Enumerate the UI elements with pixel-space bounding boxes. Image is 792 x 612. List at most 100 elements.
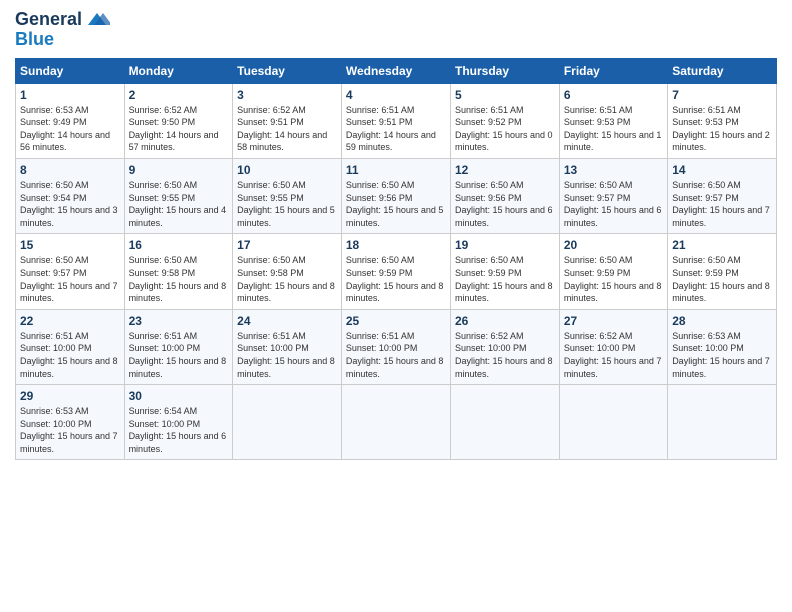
- day-info: Sunrise: 6:53 AMSunset: 10:00 PMDaylight…: [20, 405, 120, 455]
- day-number: 14: [672, 163, 772, 177]
- day-info: Sunrise: 6:51 AMSunset: 9:53 PMDaylight:…: [564, 104, 663, 154]
- calendar-cell: 1Sunrise: 6:53 AMSunset: 9:49 PMDaylight…: [16, 83, 125, 158]
- day-info: Sunrise: 6:51 AMSunset: 9:53 PMDaylight:…: [672, 104, 772, 154]
- day-number: 24: [237, 314, 337, 328]
- day-info: Sunrise: 6:50 AMSunset: 9:56 PMDaylight:…: [455, 179, 555, 229]
- day-number: 7: [672, 88, 772, 102]
- day-number: 4: [346, 88, 446, 102]
- day-info: Sunrise: 6:50 AMSunset: 9:58 PMDaylight:…: [129, 254, 229, 304]
- calendar-cell: 18 Sunrise: 6:50 AMSunset: 9:59 PMDayligh…: [341, 234, 450, 309]
- calendar-table: SundayMondayTuesdayWednesdayThursdayFrid…: [15, 58, 777, 461]
- day-info: Sunrise: 6:52 AMSunset: 10:00 PMDaylight…: [455, 330, 555, 380]
- day-number: 18: [346, 238, 446, 252]
- day-number: 16: [129, 238, 229, 252]
- day-info: Sunrise: 6:51 AMSunset: 10:00 PMDaylight…: [346, 330, 446, 380]
- calendar-cell: 12Sunrise: 6:50 AMSunset: 9:56 PMDayligh…: [450, 158, 559, 233]
- day-info: Sunrise: 6:53 AMSunset: 10:00 PMDaylight…: [672, 330, 772, 380]
- day-info: Sunrise: 6:51 AMSunset: 10:00 PMDaylight…: [20, 330, 120, 380]
- calendar-cell: 13 Sunrise: 6:50 AMSunset: 9:57 PMDayligh…: [559, 158, 667, 233]
- calendar-cell: [341, 385, 450, 460]
- calendar-cell: [559, 385, 667, 460]
- weekday-header: Tuesday: [233, 58, 342, 83]
- weekday-header: Thursday: [450, 58, 559, 83]
- logo-blue: Blue: [15, 30, 54, 50]
- day-number: 9: [129, 163, 229, 177]
- day-number: 22: [20, 314, 120, 328]
- calendar-cell: 28 Sunrise: 6:53 AMSunset: 10:00 PMDaylig…: [668, 309, 777, 384]
- day-info: Sunrise: 6:50 AMSunset: 9:55 PMDaylight:…: [129, 179, 229, 229]
- calendar-cell: [668, 385, 777, 460]
- day-info: Sunrise: 6:50 AMSunset: 9:57 PMDaylight:…: [564, 179, 663, 229]
- day-number: 10: [237, 163, 337, 177]
- day-info: Sunrise: 6:51 AMSunset: 10:00 PMDaylight…: [237, 330, 337, 380]
- weekday-header: Sunday: [16, 58, 125, 83]
- day-info: Sunrise: 6:52 AMSunset: 10:00 PMDaylight…: [564, 330, 663, 380]
- day-info: Sunrise: 6:51 AMSunset: 10:00 PMDaylight…: [129, 330, 229, 380]
- day-number: 15: [20, 238, 120, 252]
- day-number: 23: [129, 314, 229, 328]
- calendar-cell: 3Sunrise: 6:52 AMSunset: 9:51 PMDaylight…: [233, 83, 342, 158]
- calendar-week-row: 22 Sunrise: 6:51 AMSunset: 10:00 PMDaylig…: [16, 309, 777, 384]
- calendar-cell: 30 Sunrise: 6:54 AMSunset: 10:00 PMDaylig…: [124, 385, 233, 460]
- day-info: Sunrise: 6:53 AMSunset: 9:49 PMDaylight:…: [20, 104, 120, 154]
- day-number: 8: [20, 163, 120, 177]
- day-info: Sunrise: 6:54 AMSunset: 10:00 PMDaylight…: [129, 405, 229, 455]
- day-info: Sunrise: 6:50 AMSunset: 9:57 PMDaylight:…: [20, 254, 120, 304]
- page: General Blue SundayMondayTuesdayWednesda…: [0, 0, 792, 612]
- calendar-cell: [450, 385, 559, 460]
- calendar-cell: [233, 385, 342, 460]
- header: General Blue: [15, 10, 777, 50]
- calendar-cell: 11 Sunrise: 6:50 AMSunset: 9:56 PMDayligh…: [341, 158, 450, 233]
- day-number: 29: [20, 389, 120, 403]
- calendar-cell: 4 Sunrise: 6:51 AMSunset: 9:51 PMDaylight…: [341, 83, 450, 158]
- weekday-header: Wednesday: [341, 58, 450, 83]
- calendar-week-row: 29 Sunrise: 6:53 AMSunset: 10:00 PMDaylig…: [16, 385, 777, 460]
- logo: General Blue: [15, 10, 110, 50]
- calendar-cell: 25 Sunrise: 6:51 AMSunset: 10:00 PMDaylig…: [341, 309, 450, 384]
- calendar-cell: 7 Sunrise: 6:51 AMSunset: 9:53 PMDaylight…: [668, 83, 777, 158]
- calendar-cell: 22 Sunrise: 6:51 AMSunset: 10:00 PMDaylig…: [16, 309, 125, 384]
- day-info: Sunrise: 6:50 AMSunset: 9:54 PMDaylight:…: [20, 179, 120, 229]
- day-number: 5: [455, 88, 555, 102]
- day-info: Sunrise: 6:50 AMSunset: 9:59 PMDaylight:…: [564, 254, 663, 304]
- weekday-header: Friday: [559, 58, 667, 83]
- calendar-cell: 14 Sunrise: 6:50 AMSunset: 9:57 PMDayligh…: [668, 158, 777, 233]
- day-info: Sunrise: 6:50 AMSunset: 9:59 PMDaylight:…: [455, 254, 555, 304]
- calendar-week-row: 1Sunrise: 6:53 AMSunset: 9:49 PMDaylight…: [16, 83, 777, 158]
- day-number: 3: [237, 88, 337, 102]
- calendar-week-row: 15 Sunrise: 6:50 AMSunset: 9:57 PMDayligh…: [16, 234, 777, 309]
- day-number: 30: [129, 389, 229, 403]
- day-number: 17: [237, 238, 337, 252]
- day-info: Sunrise: 6:50 AMSunset: 9:57 PMDaylight:…: [672, 179, 772, 229]
- calendar-cell: 17 Sunrise: 6:50 AMSunset: 9:58 PMDayligh…: [233, 234, 342, 309]
- day-number: 28: [672, 314, 772, 328]
- day-info: Sunrise: 6:50 AMSunset: 9:55 PMDaylight:…: [237, 179, 337, 229]
- calendar-cell: 29 Sunrise: 6:53 AMSunset: 10:00 PMDaylig…: [16, 385, 125, 460]
- calendar-cell: 6 Sunrise: 6:51 AMSunset: 9:53 PMDaylight…: [559, 83, 667, 158]
- day-number: 21: [672, 238, 772, 252]
- calendar-cell: 5Sunrise: 6:51 AMSunset: 9:52 PMDaylight…: [450, 83, 559, 158]
- calendar-week-row: 8 Sunrise: 6:50 AMSunset: 9:54 PMDaylight…: [16, 158, 777, 233]
- day-number: 2: [129, 88, 229, 102]
- calendar-cell: 16 Sunrise: 6:50 AMSunset: 9:58 PMDayligh…: [124, 234, 233, 309]
- calendar-cell: 23 Sunrise: 6:51 AMSunset: 10:00 PMDaylig…: [124, 309, 233, 384]
- day-number: 6: [564, 88, 663, 102]
- calendar-cell: 27Sunrise: 6:52 AMSunset: 10:00 PMDaylig…: [559, 309, 667, 384]
- calendar-cell: 15 Sunrise: 6:50 AMSunset: 9:57 PMDayligh…: [16, 234, 125, 309]
- day-number: 20: [564, 238, 663, 252]
- day-info: Sunrise: 6:52 AMSunset: 9:50 PMDaylight:…: [129, 104, 229, 154]
- calendar-cell: 2 Sunrise: 6:52 AMSunset: 9:50 PMDaylight…: [124, 83, 233, 158]
- day-number: 25: [346, 314, 446, 328]
- logo-general: General: [15, 10, 82, 30]
- day-number: 13: [564, 163, 663, 177]
- day-number: 11: [346, 163, 446, 177]
- calendar-cell: 21Sunrise: 6:50 AMSunset: 9:59 PMDayligh…: [668, 234, 777, 309]
- day-info: Sunrise: 6:50 AMSunset: 9:58 PMDaylight:…: [237, 254, 337, 304]
- day-number: 19: [455, 238, 555, 252]
- calendar-cell: 9 Sunrise: 6:50 AMSunset: 9:55 PMDaylight…: [124, 158, 233, 233]
- day-info: Sunrise: 6:50 AMSunset: 9:59 PMDaylight:…: [346, 254, 446, 304]
- day-info: Sunrise: 6:51 AMSunset: 9:51 PMDaylight:…: [346, 104, 446, 154]
- day-number: 26: [455, 314, 555, 328]
- day-info: Sunrise: 6:50 AMSunset: 9:56 PMDaylight:…: [346, 179, 446, 229]
- calendar-cell: 10 Sunrise: 6:50 AMSunset: 9:55 PMDayligh…: [233, 158, 342, 233]
